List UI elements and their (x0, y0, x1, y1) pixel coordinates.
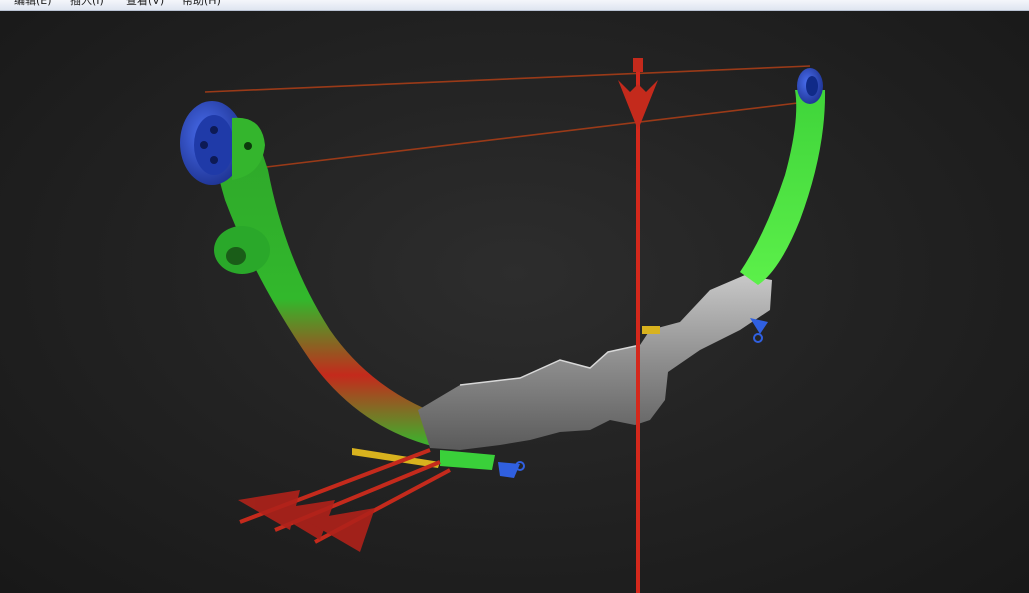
right-limb (740, 90, 826, 285)
vertical-arrow-nock (633, 58, 643, 72)
compound-bow-model (180, 58, 826, 593)
menu-help[interactable]: 帮助(H) (182, 0, 221, 8)
vertical-arrow-fletching (618, 80, 658, 130)
bow-string-bottom (257, 101, 807, 169)
menu-view[interactable]: 查看(V) (126, 0, 164, 8)
menu-insert[interactable]: 插入(I) (70, 0, 104, 8)
3d-viewport[interactable] (0, 11, 1029, 593)
menu-bar: 编辑(E) 插入(I) 查看(V) 帮助(H) (0, 0, 1029, 11)
right-fitting (750, 318, 768, 334)
riser (418, 275, 772, 450)
bow-string-top (204, 65, 811, 93)
menu-edit[interactable]: 编辑(E) (14, 0, 52, 8)
